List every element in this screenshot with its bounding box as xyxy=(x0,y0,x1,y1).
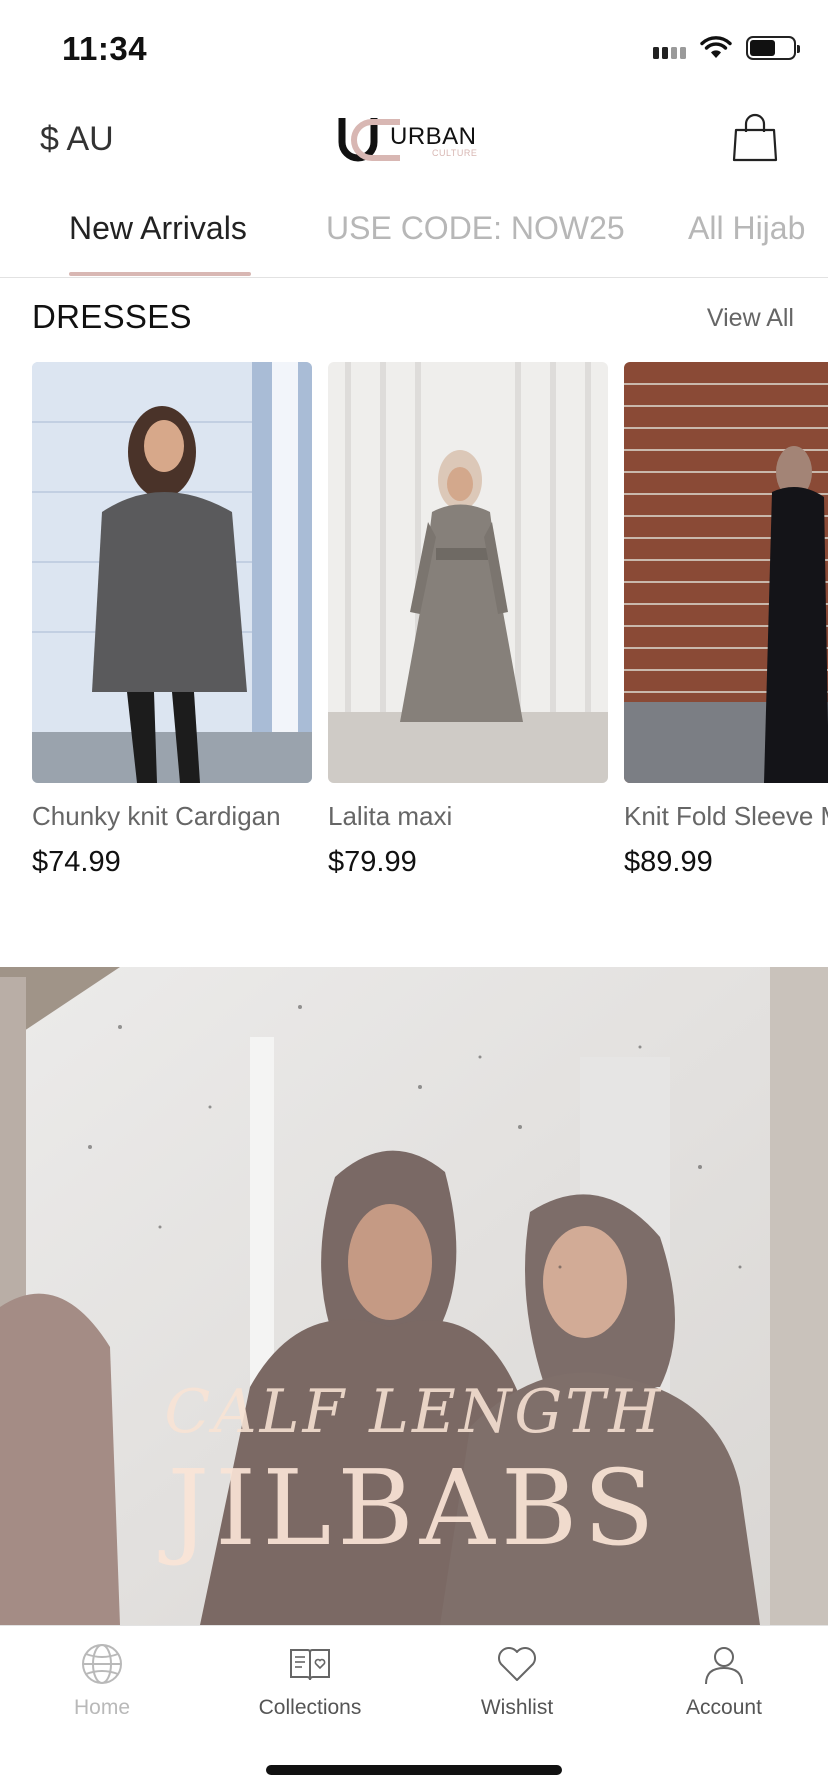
category-tabs: New Arrivals USE CODE: NOW25 All Hijab xyxy=(0,186,828,278)
product-name[interactable]: Chunky knit Cardigan xyxy=(32,801,312,832)
product-image[interactable] xyxy=(624,362,828,783)
battery-icon xyxy=(746,36,800,60)
status-time: 11:34 xyxy=(62,30,148,67)
product-image[interactable] xyxy=(328,362,608,783)
product-carousel[interactable]: Chunky knit Cardigan $74.99 Lalita maxi … xyxy=(0,362,828,882)
heart-icon xyxy=(498,1647,536,1681)
nav-label-account: Account xyxy=(686,1696,762,1719)
promo-banner[interactable]: CALF LENGTH JILBABS xyxy=(0,967,828,1625)
nav-account[interactable]: Account xyxy=(644,1642,804,1720)
user-icon xyxy=(705,1647,743,1685)
product-price: $79.99 xyxy=(328,846,417,878)
svg-text:CULTURE: CULTURE xyxy=(432,148,477,158)
brand-logo[interactable]: URBAN CULTURE xyxy=(328,108,500,170)
product-name[interactable]: Knit Fold Sleeve Maxi xyxy=(624,801,828,832)
shopping-bag-icon[interactable] xyxy=(732,112,778,162)
home-indicator[interactable] xyxy=(266,1765,562,1775)
nav-collections[interactable]: Collections xyxy=(230,1642,390,1720)
product-image[interactable] xyxy=(32,362,312,783)
section-title: DRESSES xyxy=(32,298,192,335)
tab-use-code[interactable]: USE CODE: NOW25 xyxy=(326,210,625,247)
product-card[interactable]: Knit Fold Sleeve Maxi $89.99 xyxy=(624,362,828,879)
currency-selector[interactable]: $ AU xyxy=(40,120,114,159)
product-card[interactable]: Chunky knit Cardigan $74.99 xyxy=(32,362,312,879)
product-price: $89.99 xyxy=(624,846,713,878)
nav-wishlist[interactable]: Wishlist xyxy=(437,1642,597,1720)
product-card[interactable]: Lalita maxi $79.99 xyxy=(328,362,608,879)
tab-all-hijab[interactable]: All Hijab xyxy=(688,210,805,247)
status-icons xyxy=(653,36,800,60)
nav-label-collections: Collections xyxy=(258,1696,362,1719)
nav-label-wishlist: Wishlist xyxy=(480,1696,554,1719)
nav-label-home: Home xyxy=(73,1696,131,1719)
svg-text:URBAN: URBAN xyxy=(390,123,477,150)
banner-title: JILBABS xyxy=(167,1447,661,1569)
product-price: $74.99 xyxy=(32,846,121,878)
tab-new-arrivals[interactable]: New Arrivals xyxy=(69,210,247,247)
globe-icon xyxy=(82,1644,122,1684)
app-header: $ AU URBAN CULTURE xyxy=(0,96,828,186)
nav-home[interactable]: Home xyxy=(22,1642,182,1720)
status-bar: 11:34 xyxy=(0,0,828,96)
active-tab-indicator xyxy=(69,272,251,276)
cellular-signal-icon xyxy=(653,37,686,59)
view-all-link[interactable]: View All xyxy=(707,304,794,333)
wifi-icon xyxy=(700,36,732,58)
book-icon xyxy=(290,1649,330,1681)
product-name[interactable]: Lalita maxi xyxy=(328,801,608,832)
banner-subtitle: CALF LENGTH xyxy=(164,1377,664,1447)
